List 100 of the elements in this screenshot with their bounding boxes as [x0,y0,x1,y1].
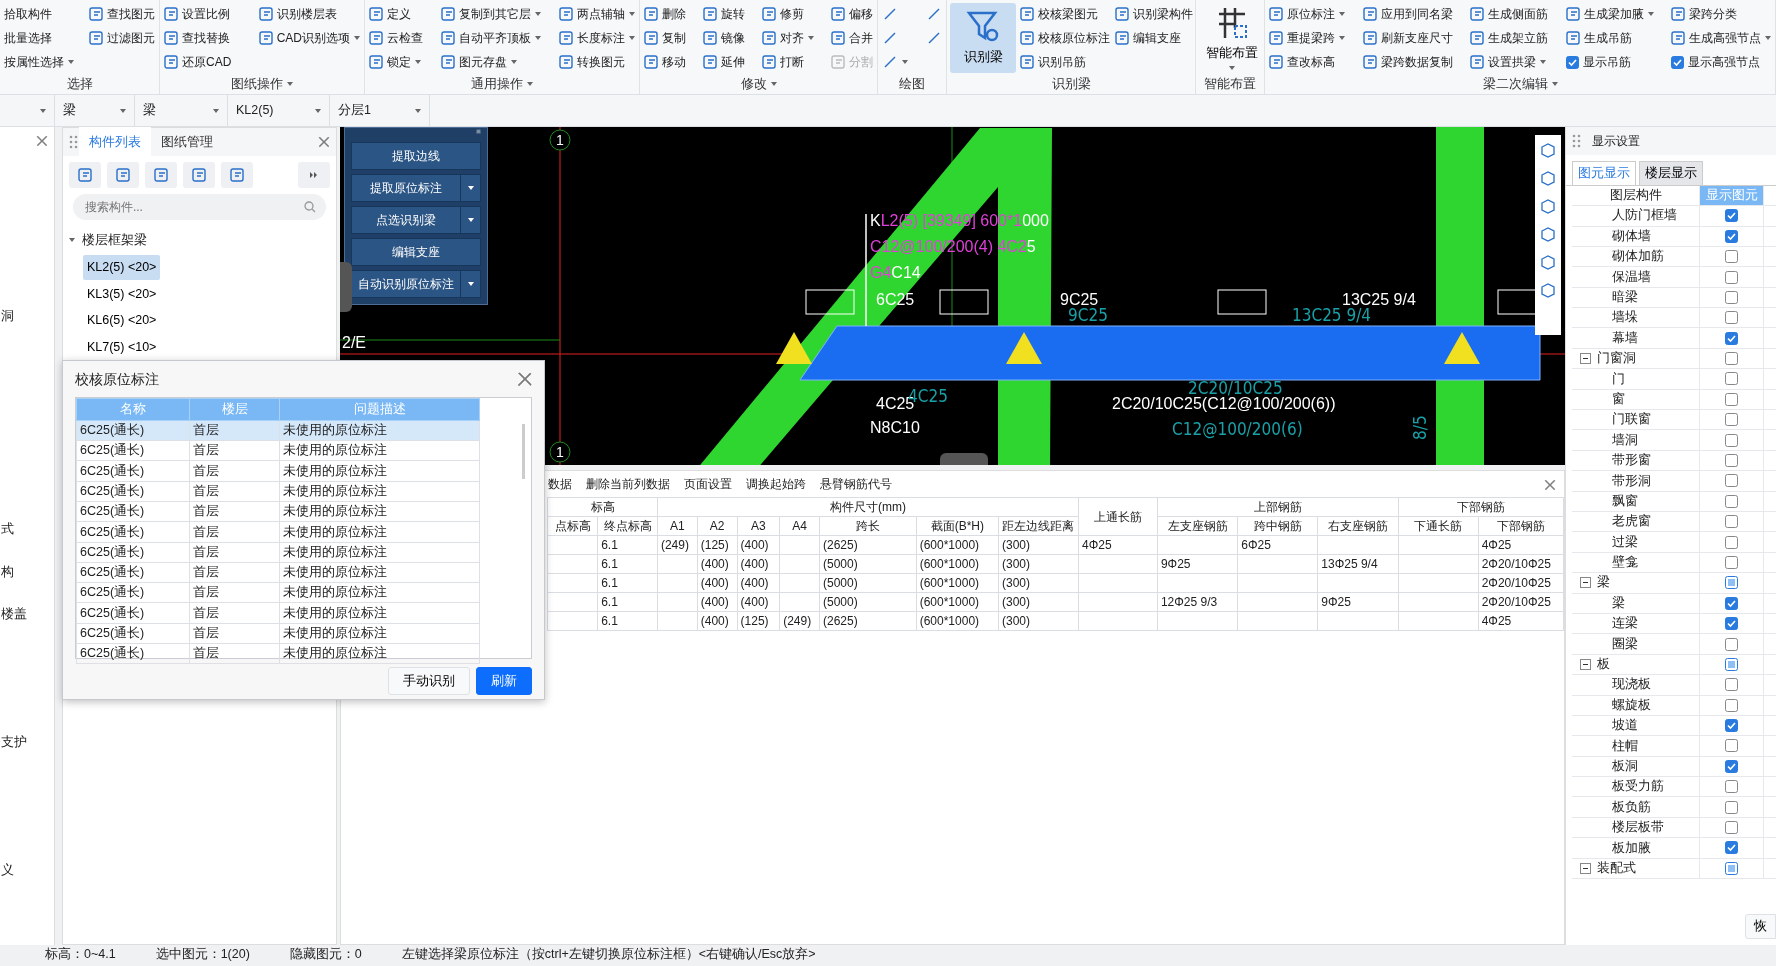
ribbon-button[interactable]: 生成高强节点 [1670,27,1772,49]
ribbon-button[interactable]: 应用到同名梁 [1361,3,1454,25]
table-cell: (400) [737,592,780,612]
panel-button[interactable]: 自动识别原位标注 [351,270,482,298]
ribbon-button[interactable]: 刷新支座尺寸 [1361,27,1454,49]
ribbon-button[interactable]: 镜像 [702,27,746,49]
panel-button[interactable]: 点选识别梁 [351,206,482,234]
table-cell: 未使用的原位标注 [279,602,480,624]
table-cell: 首层 [189,562,280,583]
table-cell: 6C25(通长) [76,440,190,461]
ribbon-button[interactable]: 延伸 [702,51,746,73]
large-tool-button[interactable]: 识别梁 [950,3,1016,73]
ribbon-button[interactable]: 设置比例 [163,3,233,25]
search-field[interactable]: 搜索构件... [82,197,305,217]
dialog-button[interactable]: 刷新 [476,667,532,695]
panel-tab[interactable]: 楼层显示 [1639,161,1704,185]
ribbon-button[interactable]: 拾取构件 [3,3,75,25]
menu-item[interactable]: 洞 [1,307,54,326]
toolbar-link[interactable]: 删除当前列数据 [585,473,672,495]
tree-item[interactable]: KL2(5) <20> [82,254,161,280]
ribbon-button[interactable]: 校核原位标注 [1019,27,1111,49]
panel-tab[interactable]: 图纸管理 [150,126,223,158]
table-cell: 首层 [189,643,280,664]
ribbon-button[interactable]: 图元存盘 [440,51,542,73]
ribbon-button[interactable]: 定义 [368,3,424,25]
dialog-button[interactable]: 手动识别 [388,667,470,695]
tree-node[interactable]: 楼层框架梁 [77,228,151,253]
panel-button[interactable]: 提取边线 [351,142,482,170]
ribbon-button[interactable]: 设置拱梁 [1469,51,1549,73]
menu-item[interactable]: 义 [1,860,54,880]
ribbon-button[interactable]: 识别吊筋 [1019,51,1111,73]
ribbon-button[interactable]: 梁跨数据复制 [1361,51,1454,73]
ribbon-button[interactable]: 按属性选择 [3,51,75,73]
ribbon-button[interactable]: 查找替换 [163,27,233,49]
menu-item[interactable]: 支护 [1,733,54,752]
ribbon-button[interactable]: 长度标注 [558,27,636,49]
ribbon-button[interactable]: 两点辅轴 [558,3,636,25]
ribbon-button[interactable]: 删除 [643,3,687,25]
ribbon-button[interactable]: 生成吊筋 [1564,27,1655,49]
tree-item[interactable]: KL3(5) <20> [82,281,161,307]
table-cell: 6.1 [597,611,658,631]
ribbon-button[interactable]: 移动 [643,51,687,73]
search-box[interactable]: 搜索构件... [72,194,327,220]
ribbon-button[interactable]: 还原CAD [163,51,233,73]
panel-button[interactable]: 提取原位标注 [351,174,482,202]
ribbon-button[interactable]: 查改标高 [1268,51,1346,73]
ribbon-button[interactable]: 原位标注 [1268,3,1346,25]
layer-name: 梁 [1597,574,1611,592]
panel-button[interactable]: 编辑支座 [351,238,482,266]
ribbon-button[interactable]: 生成侧面筋 [1469,3,1549,25]
tree-item[interactable]: KL6(5) <20> [82,308,161,333]
toolbar-link[interactable]: 数据 [547,473,574,495]
ribbon-button[interactable]: 生成梁加腋 [1564,3,1655,25]
ribbon-button[interactable]: 打断 [761,51,815,73]
column-header: 左支座钢筋 [1157,516,1238,536]
ribbon-button[interactable]: 合并 [830,27,874,49]
large-tool-button[interactable]: 智能布置 [1199,3,1265,73]
ribbon-button[interactable]: 梁跨分类 [1670,3,1772,25]
ribbon-button[interactable]: 转换图元 [558,51,636,73]
ribbon-button[interactable]: 修剪 [761,3,815,25]
cad-text: 8/5 [1410,415,1431,440]
table-cell: 未使用的原位标注 [279,542,480,563]
ribbon-button[interactable]: 生成架立筋 [1469,27,1549,49]
menu-item[interactable]: 楼盖 [1,605,54,624]
ribbon-button[interactable]: 重提梁跨 [1268,27,1346,49]
ribbon-button[interactable]: 编辑支座 [1114,27,1194,49]
ribbon-button[interactable]: 复制到其它层 [440,3,542,25]
toolbar-link[interactable]: 悬臂钢筋代号 [819,473,894,495]
ribbon-button[interactable]: 锁定 [368,51,424,73]
menu-item[interactable]: 构 [1,562,54,582]
table-cell: 6Φ25 [1237,535,1318,555]
ribbon-button[interactable]: 批量选择 [3,27,75,49]
panel-tab[interactable]: 图元显示 [1572,161,1637,185]
toolbar-link[interactable]: 页面设置 [683,473,734,495]
ribbon-button[interactable]: 自动平齐顶板 [440,27,542,49]
table-cell: 2Φ20/10Φ25 [1478,554,1564,574]
menu-item[interactable]: 式 [1,519,54,539]
tree-item[interactable]: KL7(5) <10> [82,335,161,360]
ribbon-button[interactable]: 云检查 [368,27,424,49]
ribbon-button[interactable]: 旋转 [702,3,746,25]
annotation-text: 13C25 9/4 [1342,291,1417,308]
ribbon-button[interactable]: 识别梁构件 [1114,3,1194,25]
column-header: 终点标高 [597,516,658,536]
ribbon-button[interactable]: 偏移 [830,3,874,25]
table-cell: (2625) [819,535,917,555]
restore-button[interactable]: 恢 [1745,914,1776,939]
toolbar-link[interactable]: 调换起始跨 [745,473,808,495]
ribbon-button[interactable]: CAD识别选项 [257,27,361,49]
status-text: 隐藏图元：0 [289,946,362,963]
ribbon-button[interactable]: 复制 [643,27,687,49]
table-cell: 2Φ20/10Φ25 [1478,573,1564,593]
ribbon-button[interactable]: 校核梁图元 [1019,3,1111,25]
panel-tab[interactable]: 构件列表 [78,126,151,158]
table-cell: 4Φ25 [1078,535,1158,555]
ribbon-button[interactable]: 识别楼层表 [257,3,361,25]
status-text: 选中图元：1(20) [155,946,250,963]
ribbon-button[interactable]: 查找图元 [88,3,156,25]
column-header: A2 [697,516,738,536]
ribbon-button[interactable]: 对齐 [761,27,815,49]
ribbon-button[interactable]: 过滤图元 [88,27,156,49]
